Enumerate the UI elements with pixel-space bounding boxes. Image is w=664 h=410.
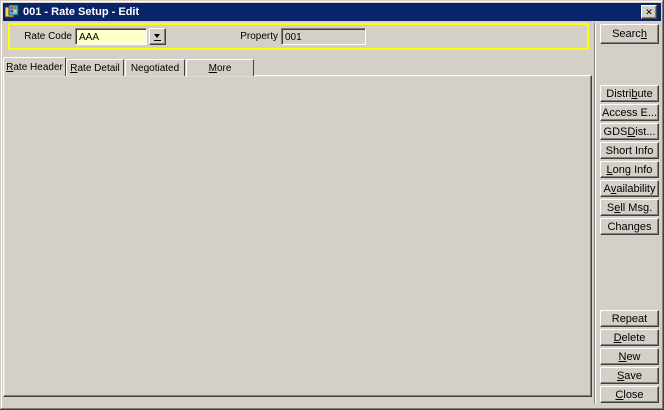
list-of-values-icon bbox=[154, 33, 161, 41]
tab-rate-header[interactable]: Rate Header bbox=[3, 57, 66, 76]
delete-button[interactable]: Delete bbox=[600, 329, 659, 346]
short-info-button[interactable]: Short Info bbox=[600, 142, 659, 159]
distribute-button[interactable]: Distribute bbox=[600, 85, 659, 102]
titlebar: 001 - Rate Setup - Edit ✕ bbox=[3, 3, 661, 21]
access-exclusion-button[interactable]: Access E... bbox=[600, 104, 659, 121]
tab-more[interactable]: More bbox=[186, 59, 254, 76]
new-button[interactable]: New bbox=[600, 348, 659, 365]
app-icon bbox=[5, 5, 19, 19]
rate-header-tab-panel bbox=[3, 75, 592, 397]
changes-button[interactable]: Changes bbox=[600, 218, 659, 235]
repeat-button[interactable]: Repeat bbox=[600, 310, 659, 327]
tab-rate-detail[interactable]: Rate Detail bbox=[66, 59, 124, 76]
close-window-button[interactable]: Close bbox=[600, 386, 659, 403]
header-rate-code-lov-button[interactable] bbox=[149, 28, 166, 45]
save-button[interactable]: Save bbox=[600, 367, 659, 384]
header-rate-code-field[interactable]: AAA bbox=[75, 28, 147, 45]
close-icon: ✕ bbox=[645, 8, 653, 17]
property-field: 001 bbox=[281, 28, 366, 45]
close-button[interactable]: ✕ bbox=[641, 5, 657, 19]
search-button[interactable]: Search bbox=[600, 24, 659, 44]
gds-distribution-button[interactable]: GDS Dist... bbox=[600, 123, 659, 140]
property-label: Property bbox=[220, 30, 278, 44]
tab-negotiated[interactable]: Negotiated bbox=[125, 59, 185, 76]
header-rate-code-label: Rate Code bbox=[10, 30, 72, 44]
long-info-button[interactable]: Long Info bbox=[600, 161, 659, 178]
separator bbox=[594, 23, 596, 404]
availability-button[interactable]: Availability bbox=[600, 180, 659, 197]
sell-msg-button[interactable]: Sell Msg. bbox=[600, 199, 659, 216]
rate-setup-window: 001 - Rate Setup - Edit ✕ Rate Code AAA … bbox=[0, 0, 664, 410]
window-title: 001 - Rate Setup - Edit bbox=[23, 6, 139, 18]
